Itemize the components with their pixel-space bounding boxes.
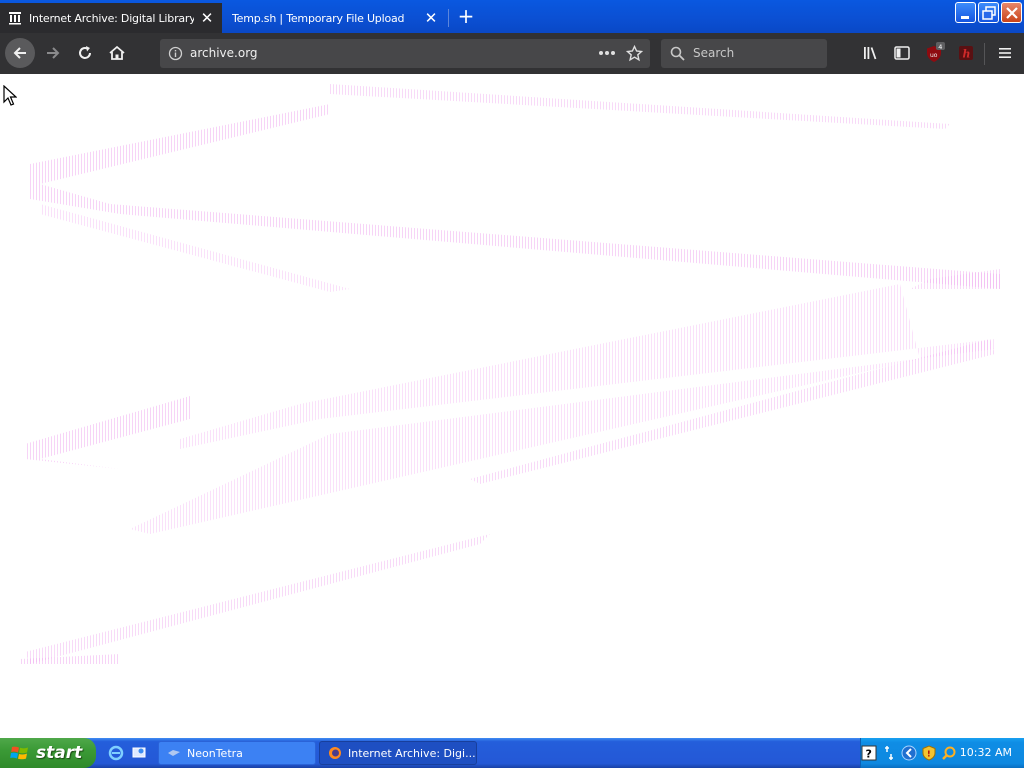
page-content-area[interactable] [0, 74, 1024, 738]
reload-icon [79, 46, 91, 59]
library-button[interactable] [856, 38, 886, 68]
render-artifact-pattern [20, 84, 1000, 664]
windows-logo-icon [10, 746, 28, 760]
sidebar-icon [894, 46, 910, 60]
svg-text:h: h [963, 48, 971, 61]
close-tab-icon[interactable]: ✕ [424, 11, 438, 26]
menu-button[interactable] [990, 38, 1020, 68]
network-icon[interactable] [881, 745, 897, 761]
help-icon[interactable]: ? [861, 745, 877, 761]
sidebar-button[interactable] [887, 38, 917, 68]
search-icon [670, 46, 685, 61]
ublock-origin-button[interactable]: uo 4 [919, 38, 949, 68]
svg-text:?: ? [866, 748, 872, 761]
restore-icon [982, 6, 996, 20]
security-shield-icon[interactable]: ! [921, 745, 937, 761]
info-icon[interactable] [168, 46, 183, 61]
ublock-shield-icon: uo 4 [927, 42, 945, 62]
toolbar-divider [984, 43, 985, 65]
minimize-icon [961, 16, 969, 19]
home-icon [109, 45, 125, 60]
svg-text:uo: uo [930, 52, 938, 59]
hamburger-menu-icon [999, 48, 1011, 58]
extension-h-icon: h [959, 46, 973, 61]
browser-tab-strip: Internet Archive: Digital Library of ✕ T… [0, 0, 1024, 33]
close-tab-icon[interactable]: ✕ [200, 11, 214, 26]
system-clock: 10:32 AM [959, 746, 1012, 759]
arrow-right-icon [47, 47, 60, 59]
url-text: archive.org [190, 46, 258, 60]
system-tray: ? ! 10:32 AM [860, 738, 1024, 768]
arrow-left-icon [13, 47, 26, 59]
reload-button[interactable] [70, 38, 100, 68]
library-icon [864, 47, 877, 60]
home-button[interactable] [102, 38, 132, 68]
taskbar-button-neontetra[interactable]: NeonTetra [158, 741, 316, 765]
expand-tray-icon[interactable] [901, 745, 917, 761]
bookmark-star-icon[interactable] [626, 45, 643, 62]
svg-text:!: ! [927, 750, 931, 759]
search-placeholder: Search [693, 46, 735, 60]
mouse-cursor-icon [3, 85, 17, 106]
new-tab-button[interactable]: + [454, 6, 478, 28]
tab-separator [448, 9, 449, 27]
navigation-toolbar: archive.org Search uo 4 h [0, 33, 1024, 74]
window-close-button[interactable] [1001, 2, 1022, 23]
search-input[interactable]: Search [661, 39, 827, 68]
tab-temp-sh[interactable]: Temp.sh | Temporary File Upload ✕ [224, 3, 446, 33]
restore-button[interactable] [978, 2, 999, 23]
firefox-app-icon [329, 747, 341, 759]
start-label: start [36, 743, 83, 763]
magnifier-tray-icon[interactable] [941, 745, 957, 761]
address-bar[interactable]: archive.org [160, 39, 650, 68]
minimize-button[interactable] [955, 2, 976, 23]
archive-building-icon [9, 12, 21, 25]
taskbar-button-internet-archive[interactable]: Internet Archive: Digi... [319, 741, 477, 765]
ublock-badge-count: 4 [938, 43, 942, 51]
tab-internet-archive[interactable]: Internet Archive: Digital Library of ✕ [0, 3, 222, 33]
more-actions-icon[interactable] [598, 50, 616, 56]
taskbar-button-label: Internet Archive: Digi... [348, 746, 476, 760]
internet-explorer-icon[interactable] [108, 745, 124, 761]
start-button[interactable]: start [0, 738, 96, 768]
extension-button[interactable]: h [951, 38, 981, 68]
tab-title: Temp.sh | Temporary File Upload [232, 11, 405, 25]
show-desktop-icon[interactable] [131, 745, 147, 761]
back-button[interactable] [5, 38, 35, 68]
neontetra-app-icon [168, 750, 180, 756]
taskbar-button-label: NeonTetra [187, 746, 243, 760]
forward-button[interactable] [38, 38, 68, 68]
tab-title: Internet Archive: Digital Library of [29, 11, 194, 25]
windows-taskbar: start NeonTetra Internet Archive: Digi..… [0, 738, 1024, 768]
close-icon [1006, 7, 1018, 19]
